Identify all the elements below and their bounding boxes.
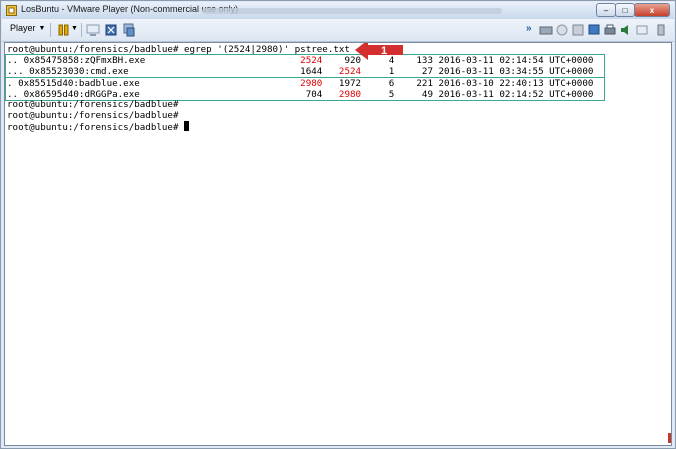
process-name: .. 0x85475858:zQFmxBH.exe xyxy=(7,55,295,66)
maximize-button[interactable]: □ xyxy=(615,3,635,17)
network-adapter-icon[interactable] xyxy=(587,23,601,37)
process-handles: 49 xyxy=(394,89,433,100)
process-pid: 704 xyxy=(294,89,323,100)
process-pid: 1644 xyxy=(294,66,323,77)
annotation-arrow: 1 xyxy=(355,43,403,60)
terminal-screen[interactable]: root@ubuntu:/forensics/badblue# egrep '(… xyxy=(4,42,672,446)
process-threads: 1 xyxy=(361,66,395,77)
prompt-line: root@ubuntu:/forensics/badblue# xyxy=(7,99,179,110)
process-time: 2016-03-11 02:14:54 UTC+0000 xyxy=(432,55,594,66)
process-name: ... 0x85523030:cmd.exe xyxy=(7,66,295,77)
toolbar-separator xyxy=(81,23,82,37)
title-bar: LosBuntu - VMware Player (Non-commercial… xyxy=(2,2,674,19)
resize-grip xyxy=(668,433,671,443)
process-row: ... 0x85523030:cmd.exe 1644 2524 1 27 20… xyxy=(7,66,593,77)
vmware-icon xyxy=(6,5,17,16)
usb-icon[interactable] xyxy=(654,23,668,37)
prompt-line: root@ubuntu:/forensics/badblue# xyxy=(7,110,179,121)
process-time: 2016-03-11 02:14:52 UTC+0000 xyxy=(432,89,594,100)
text-cursor xyxy=(184,121,190,131)
printer-icon[interactable] xyxy=(603,23,617,37)
process-ppid: 1972 xyxy=(322,78,362,89)
network-icon[interactable] xyxy=(86,23,100,37)
process-row: .. 0x85475858:zQFmxBH.exe 2524 920 4 133… xyxy=(7,55,593,66)
prompt-text: root@ubuntu:/forensics/badblue# xyxy=(7,122,185,133)
vmware-window: LosBuntu - VMware Player (Non-commercial… xyxy=(0,0,676,449)
chevron-down-icon: ▼ xyxy=(38,24,46,32)
player-label: Player xyxy=(10,23,36,33)
cd-drive-icon[interactable] xyxy=(555,23,569,37)
unity-icon[interactable] xyxy=(122,23,136,37)
fullscreen-icon[interactable] xyxy=(104,23,118,37)
process-row: . 0x85515d40:badblue.exe 2980 1972 6 221… xyxy=(7,78,593,89)
annotation-number: 1 xyxy=(381,45,387,57)
process-name: . 0x85515d40:badblue.exe xyxy=(7,78,295,89)
pause-icon[interactable] xyxy=(57,23,71,37)
chevron-down-icon[interactable]: ▼ xyxy=(71,25,78,32)
toolbar-separator xyxy=(50,23,51,37)
active-prompt-line: root@ubuntu:/forensics/badblue# xyxy=(7,121,190,133)
sound-icon[interactable] xyxy=(619,23,633,37)
process-pid: 2980 xyxy=(294,78,323,89)
process-time: 2016-03-11 03:34:55 UTC+0000 xyxy=(432,66,594,77)
forward-icon[interactable]: » xyxy=(526,23,532,34)
process-threads: 6 xyxy=(361,78,395,89)
floppy-icon[interactable] xyxy=(571,23,585,37)
process-ppid: 2524 xyxy=(322,66,362,77)
process-threads: 5 xyxy=(361,89,395,100)
process-ppid: 2980 xyxy=(322,89,362,100)
process-time: 2016-03-10 22:40:13 UTC+0000 xyxy=(432,78,594,89)
process-handles: 221 xyxy=(394,78,433,89)
close-button[interactable]: x xyxy=(634,3,670,17)
messages-icon[interactable] xyxy=(635,23,649,37)
player-menu-button[interactable]: Player ▼ xyxy=(10,23,45,33)
minimize-button[interactable]: – xyxy=(596,3,616,17)
process-handles: 27 xyxy=(394,66,433,77)
process-pid: 2524 xyxy=(294,55,323,66)
hard-disk-icon[interactable] xyxy=(539,23,553,37)
toolbar: Player ▼ ▼ » xyxy=(2,19,674,42)
blurred-path xyxy=(202,8,502,14)
